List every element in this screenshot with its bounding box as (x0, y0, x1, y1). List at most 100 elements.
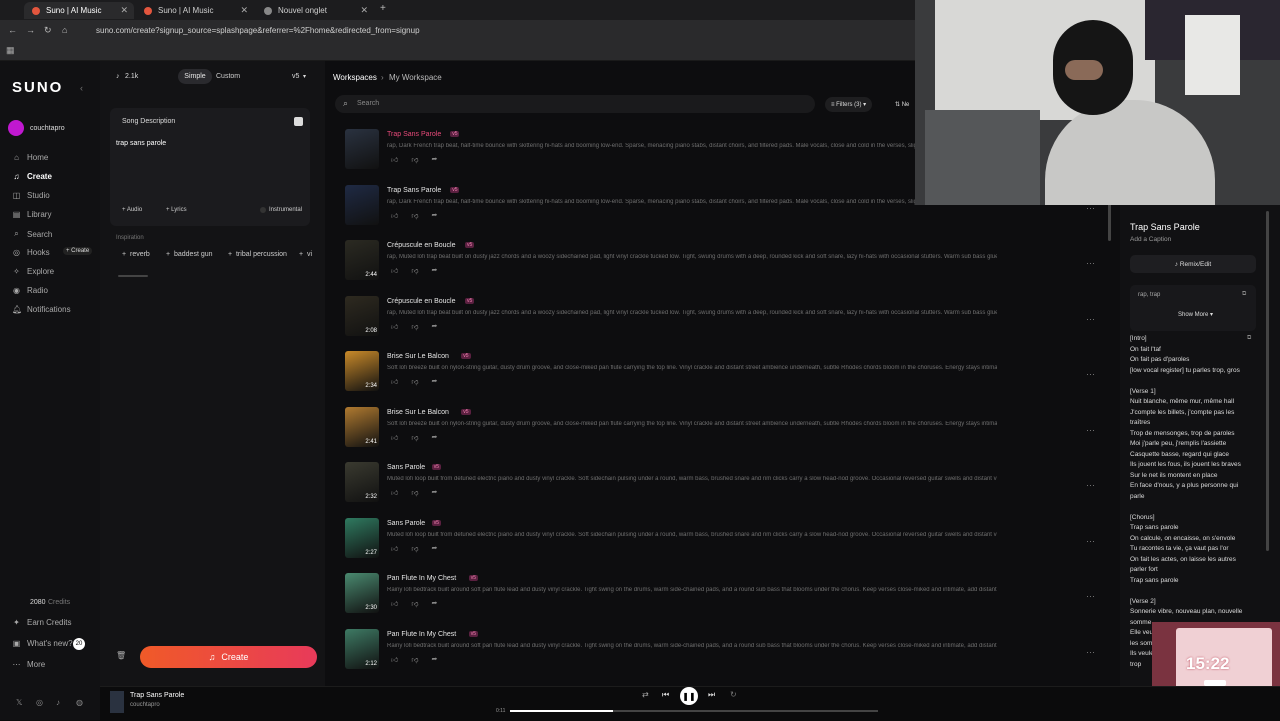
song-cover[interactable] (345, 129, 379, 169)
now-playing-cover[interactable] (110, 691, 124, 713)
back-icon[interactable]: ← (8, 25, 17, 35)
like-icon[interactable]: 👍︎ (391, 488, 398, 497)
next-icon[interactable]: ⏭︎ (708, 690, 715, 700)
share-icon[interactable]: ➦ (431, 488, 437, 497)
song-row[interactable]: 2:30 Pan Flute In My Chest v5 Rainy lofi be… (345, 573, 1105, 628)
browser-tab-1[interactable]: Suno | AI Music ✕ (24, 2, 134, 19)
sidebar-item-hooks[interactable]: ◎ Hooks (12, 248, 50, 257)
create-button[interactable]: ♫ Create (140, 646, 317, 668)
more-options-icon[interactable]: ⋯ (1086, 647, 1095, 658)
song-cover[interactable]: 2:30 (345, 573, 379, 613)
more-options-icon[interactable]: ⋯ (1086, 258, 1095, 269)
more-options-icon[interactable]: ⋯ (1086, 536, 1095, 547)
filters-button[interactable]: ≡ Filters (3) ▾ (825, 97, 873, 112)
more-options-icon[interactable]: ⋯ (1086, 425, 1095, 436)
share-icon[interactable]: ➦ (431, 433, 437, 442)
like-icon[interactable]: 👍︎ (391, 266, 398, 275)
details-scrollbar[interactable] (1266, 211, 1269, 551)
forward-icon[interactable]: → (26, 25, 35, 35)
more-options-icon[interactable]: ⋯ (1086, 314, 1095, 325)
song-row[interactable]: 2:08 Crépuscule en Boucle v5 rap, Muted lof… (345, 295, 1105, 351)
pause-button[interactable]: ❚❚ (680, 687, 698, 705)
share-icon[interactable]: ➦ (431, 155, 437, 164)
dislike-icon[interactable]: 👎︎ (411, 599, 418, 608)
remix-edit-button[interactable]: ♪ Remix/Edit (1130, 255, 1256, 273)
instagram-icon[interactable]: ◎ (36, 698, 43, 707)
like-icon[interactable]: 👍︎ (391, 377, 398, 386)
tiktok-icon[interactable]: ♪ (56, 698, 60, 707)
show-more-button[interactable]: Show More ▾ (1178, 311, 1213, 318)
inspiration-chip[interactable]: + tribal percussion (228, 251, 287, 258)
expand-icon[interactable] (294, 117, 303, 126)
dislike-icon[interactable]: 👎︎ (411, 433, 418, 442)
browser-tab-3[interactable]: Nouvel onglet ✕ (256, 2, 374, 19)
earn-credits-link[interactable]: ✦ Earn Credits (12, 618, 71, 627)
close-tab-icon[interactable]: ✕ (120, 5, 128, 16)
more-link[interactable]: ⋯ More (12, 660, 46, 669)
sidebar-item-notifications[interactable]: 🔔︎ Notifications (12, 305, 71, 314)
song-row[interactable]: 2:32 Sans Parole v5 Muted lofi loop built f… (345, 462, 1105, 517)
shuffle-icon[interactable]: ⇄ (642, 690, 649, 699)
mode-custom-tab[interactable]: Custom (216, 73, 240, 80)
share-icon[interactable]: ➦ (431, 655, 437, 664)
like-icon[interactable]: 👍︎ (391, 599, 398, 608)
song-description-input[interactable]: trap sans parole (116, 140, 166, 147)
copy-lyrics-icon[interactable]: ⧉ (1247, 335, 1251, 342)
like-icon[interactable]: 👍︎ (391, 655, 398, 664)
trash-icon[interactable]: 🗑︎ (116, 651, 126, 660)
previous-icon[interactable]: ⏮︎ (662, 690, 669, 700)
discord-icon[interactable]: ◍ (76, 698, 83, 707)
suno-logo[interactable]: SUNO (12, 79, 63, 96)
close-tab-icon[interactable]: ✕ (240, 5, 248, 16)
avatar[interactable] (8, 120, 24, 136)
lyrics-button[interactable]: + Lyrics (166, 207, 187, 213)
breadcrumb-current[interactable]: My Workspace (389, 73, 442, 82)
more-options-icon[interactable]: ⋯ (1086, 480, 1095, 491)
version-select[interactable]: v5 (292, 73, 299, 80)
more-options-icon[interactable]: ⋯ (1086, 591, 1095, 602)
like-icon[interactable]: 👍︎ (391, 433, 398, 442)
share-icon[interactable]: ➦ (431, 544, 437, 553)
share-icon[interactable]: ➦ (431, 266, 437, 275)
song-row[interactable]: 2:27 Sans Parole v5 Muted lofi loop built f… (345, 517, 1105, 573)
share-icon[interactable]: ➦ (431, 599, 437, 608)
like-icon[interactable]: 👍︎ (391, 544, 398, 553)
apps-icon[interactable]: ▦ (6, 45, 15, 56)
sidebar-item-create[interactable]: ♫ Create (12, 172, 52, 181)
sidebar-item-library[interactable]: ▤ Library (12, 210, 52, 219)
song-title[interactable]: Trap Sans Parole (387, 187, 441, 194)
chips-scrollbar[interactable] (118, 275, 148, 277)
sidebar-item-studio[interactable]: ◫ Studio (12, 191, 50, 200)
progress-track[interactable] (510, 710, 878, 712)
song-cover[interactable]: 2:41 (345, 406, 379, 447)
song-title[interactable]: Pan Flute In My Chest (387, 631, 456, 638)
copy-icon[interactable]: ⧉ (1242, 291, 1246, 298)
sidebar-item-explore[interactable]: ✧ Explore (12, 267, 54, 276)
song-row[interactable]: 2:41 Brise Sur Le Balcon v5 Soft lofi breez… (345, 406, 1105, 462)
dislike-icon[interactable]: 👎︎ (411, 377, 418, 386)
breadcrumb-root[interactable]: Workspaces (333, 73, 377, 82)
close-tab-icon[interactable]: ✕ (360, 5, 368, 16)
song-title[interactable]: Trap Sans Parole (387, 131, 441, 138)
song-title[interactable]: Brise Sur Le Balcon (387, 353, 449, 360)
sidebar-item-home[interactable]: ⌂ Home (12, 153, 48, 162)
song-cover[interactable]: 2:44 (345, 240, 379, 280)
song-title[interactable]: Sans Parole (387, 520, 425, 527)
song-title[interactable]: Brise Sur Le Balcon (387, 409, 449, 416)
collapse-sidebar-icon[interactable]: ‹ (80, 83, 83, 93)
now-playing-artist[interactable]: couchtapro (130, 702, 160, 708)
song-title[interactable]: Pan Flute In My Chest (387, 575, 456, 582)
home-icon[interactable]: ⌂ (62, 25, 67, 35)
hooks-create-button[interactable]: + Create (63, 247, 93, 255)
song-row[interactable]: 2:34 Brise Sur Le Balcon v5 Soft lofi breez… (345, 351, 1105, 406)
reload-icon[interactable]: ↻ (44, 25, 52, 36)
instrumental-toggle[interactable] (260, 207, 266, 213)
share-icon[interactable]: ➦ (431, 377, 437, 386)
username[interactable]: couchtapro (30, 125, 65, 132)
like-icon[interactable]: 👍︎ (391, 155, 398, 164)
search-box[interactable]: ⌕ Search (335, 95, 815, 113)
search-input[interactable]: Search (357, 100, 379, 107)
song-title[interactable]: Crépuscule en Boucle (387, 298, 456, 305)
sort-button[interactable]: ⇅ Ne (895, 101, 909, 108)
dislike-icon[interactable]: 👎︎ (411, 155, 418, 164)
